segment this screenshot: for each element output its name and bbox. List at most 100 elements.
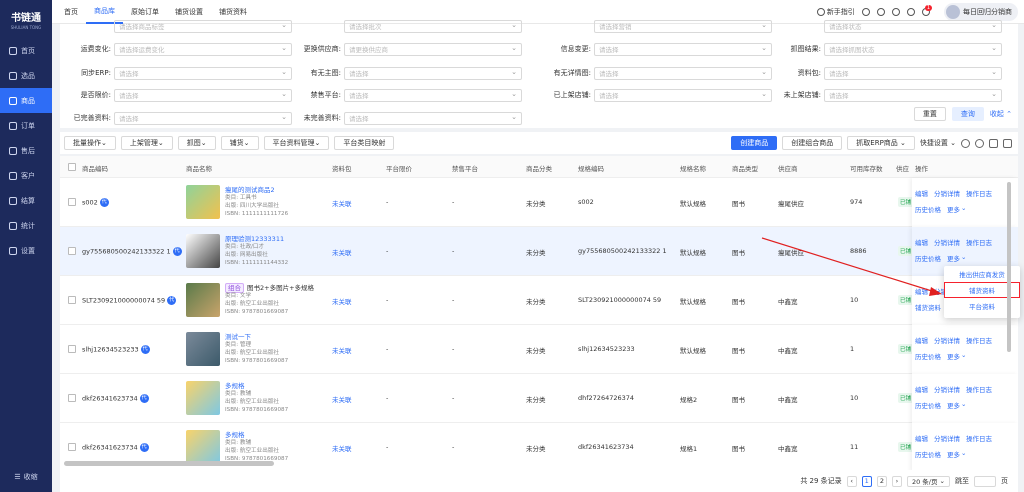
action-link[interactable]: 编辑	[915, 335, 928, 345]
action-link[interactable]: 分销详情	[934, 384, 960, 394]
cell-pack[interactable]: 未关联	[332, 198, 352, 208]
guide-link[interactable]: 新手指引	[816, 7, 855, 17]
collapse-sidebar-button[interactable]: ☰ 收缩	[0, 468, 52, 486]
table-row[interactable]: slhj12634523233 代测试一下 类目: 管理 出版: 航空工业出版社 ISB…	[60, 325, 1018, 374]
sidebar-item-select[interactable]: 选品	[0, 63, 52, 88]
filter-select[interactable]: 请选择	[594, 42, 772, 56]
product-thumbnail[interactable]	[186, 430, 220, 464]
action-link[interactable]: 操作日志	[966, 335, 992, 345]
action-link[interactable]: 历史价格	[915, 449, 941, 459]
fullscreen-icon[interactable]	[1003, 138, 1012, 148]
sidebar-item-settle[interactable]: 结算	[0, 188, 52, 213]
product-thumbnail[interactable]	[186, 185, 220, 219]
filter-select[interactable]: 请选择	[344, 88, 522, 102]
filter-select[interactable]: 请选择营销	[594, 19, 772, 33]
action-link[interactable]: 操作日志	[966, 188, 992, 198]
export-icon[interactable]	[989, 138, 998, 148]
sidebar-item-stats[interactable]: 统计	[0, 213, 52, 238]
filter-select[interactable]: 请选择商品标签	[114, 19, 292, 33]
action-link[interactable]: 历史价格	[915, 400, 941, 410]
row-checkbox[interactable]	[68, 198, 76, 206]
filter-select[interactable]: 请选择抓图状态	[824, 42, 1002, 56]
action-link[interactable]: 编辑	[915, 384, 928, 394]
row-checkbox[interactable]	[68, 345, 76, 353]
action-link[interactable]: 操作日志	[966, 237, 992, 247]
filter-select[interactable]: 请选择批次	[344, 19, 522, 33]
table-row[interactable]: dkf26341623734 代 多规格 类目: 教辅 出版: 航空工业出版社 ISBN:…	[60, 374, 1018, 423]
product-name-link[interactable]: 多规格	[225, 380, 245, 390]
action-link[interactable]: 更多	[947, 400, 960, 410]
gift-icon[interactable]	[876, 8, 885, 16]
action-link[interactable]: 分销详情	[934, 188, 960, 198]
filter-select[interactable]: 请选择	[114, 88, 292, 102]
horizontal-scrollbar[interactable]	[64, 461, 274, 466]
sidebar-item-customer[interactable]: 客户	[0, 163, 52, 188]
action-link[interactable]: 编辑	[915, 286, 928, 296]
next-page-button[interactable]: ›	[891, 475, 902, 487]
action-link[interactable]: 操作日志	[966, 384, 992, 394]
filter-select[interactable]: 请选择	[594, 66, 772, 80]
collapse-filters-link[interactable]: 收起 ⌃	[990, 109, 1012, 119]
product-thumbnail[interactable]	[186, 234, 220, 268]
product-thumbnail[interactable]	[186, 381, 220, 415]
cell-pack[interactable]: 未关联	[332, 296, 352, 306]
action-link[interactable]: 分销详情	[934, 433, 960, 443]
listing-manage-button[interactable]: 上架管理 ⌄	[120, 136, 173, 150]
sidebar-item-product[interactable]: 商品	[0, 88, 52, 113]
goto-page-input[interactable]	[974, 475, 996, 487]
action-link[interactable]: 分销详情	[934, 237, 960, 247]
page-1-button[interactable]: 1	[861, 475, 872, 487]
action-link[interactable]: 分销详情	[934, 335, 960, 345]
prev-page-button[interactable]: ‹	[846, 475, 857, 487]
vertical-scrollbar[interactable]	[1007, 182, 1011, 352]
action-link[interactable]: 编辑	[915, 433, 928, 443]
page-size-select[interactable]: 20 条/页 ⌄	[906, 475, 950, 487]
row-checkbox[interactable]	[68, 296, 76, 304]
gear-icon[interactable]	[975, 138, 984, 148]
filter-select[interactable]: 请选择	[824, 88, 1002, 102]
bell-button[interactable]: 1	[921, 5, 937, 16]
filter-select[interactable]: 请选择	[824, 66, 1002, 80]
cell-pack[interactable]: 未关联	[332, 443, 352, 453]
quick-settings-button[interactable]: 快捷设置 ⌄	[920, 138, 956, 148]
filter-select[interactable]: 请选择状态	[824, 19, 1002, 33]
platform-category-map-button[interactable]: 平台类目映射	[334, 136, 395, 150]
action-link[interactable]: 更多	[947, 351, 960, 361]
refresh-icon[interactable]	[961, 138, 970, 148]
row-checkbox[interactable]	[68, 443, 76, 451]
filter-select[interactable]: 请选择	[114, 66, 292, 80]
platform-info-manage-button[interactable]: 平台资料管理 ⌄	[263, 136, 330, 150]
cell-pack[interactable]: 未关联	[332, 394, 352, 404]
table-row[interactable]: SLT230921000000074 59 代组合 图书2+多图片+多规格 类目: 文…	[60, 276, 1018, 325]
download-icon[interactable]	[861, 8, 870, 16]
reset-button[interactable]: 重置	[913, 107, 946, 121]
action-link[interactable]: 历史价格	[915, 204, 941, 214]
filter-select[interactable]: 请选择	[344, 66, 522, 80]
page-2-button[interactable]: 2	[876, 475, 887, 487]
product-name-link[interactable]: 测试一下	[225, 331, 251, 341]
action-link[interactable]: 更多	[947, 449, 960, 459]
action-link[interactable]: 操作日志	[966, 433, 992, 443]
action-link[interactable]: 历史价格	[915, 351, 941, 361]
batch-ops-button[interactable]: 批量操作 ⌄	[64, 136, 116, 150]
clipboard-icon[interactable]	[906, 8, 915, 16]
fetch-erp-button[interactable]: 抓取ERP商品 ⌄	[847, 136, 915, 150]
action-link[interactable]: 历史价格	[915, 253, 941, 263]
sidebar-item-settings[interactable]: 设置	[0, 238, 52, 263]
product-thumbnail[interactable]	[186, 283, 220, 317]
product-thumbnail[interactable]	[186, 332, 220, 366]
row-checkbox[interactable]	[68, 247, 76, 255]
filter-select[interactable]: 请选择	[594, 88, 772, 102]
product-name-link[interactable]: 瘦尾的测试商品2	[225, 184, 275, 194]
sidebar-item-order[interactable]: 订单	[0, 113, 52, 138]
table-row[interactable]: s002 代瘦尾的测试商品2 类目: 工具书 出版: 四川大学出版社 ISBN: 111…	[60, 178, 1018, 227]
table-row[interactable]: gy755680500242133322 1 代原理验测12333311 类目: 社…	[60, 227, 1018, 276]
product-name-link[interactable]: 原理验测12333311	[225, 233, 284, 243]
search-button[interactable]: 查询	[951, 107, 984, 121]
filter-select[interactable]: 请选择	[344, 111, 522, 125]
cell-pack[interactable]: 未关联	[332, 345, 352, 355]
filter-select[interactable]: 请更换供应商	[344, 42, 522, 56]
product-name-link[interactable]: 多规格	[225, 429, 245, 439]
action-link[interactable]: 铺货资料	[915, 302, 941, 312]
filter-select[interactable]: 请选择运费变化	[114, 42, 292, 56]
